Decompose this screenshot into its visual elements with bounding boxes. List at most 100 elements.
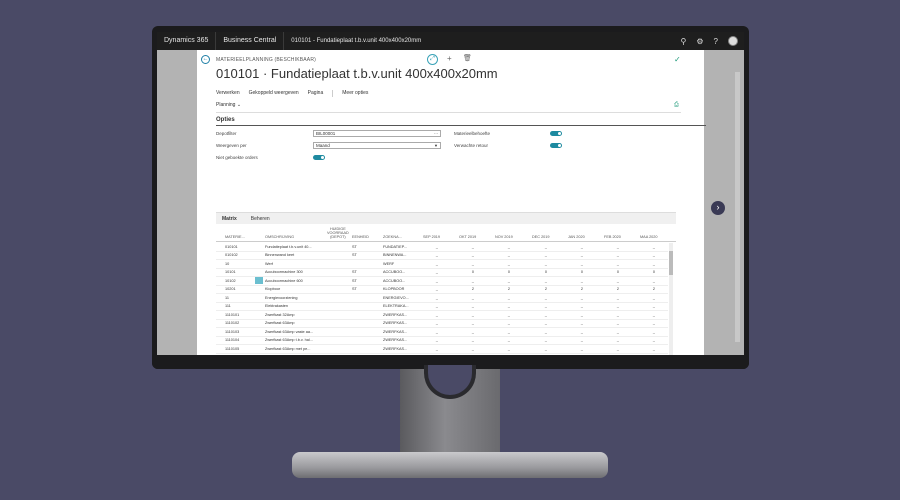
table-row[interactable]: 10201 Klopboor ST KLOPBOOR _ 2 2 2 2 2 2: [216, 286, 668, 294]
cell-month-value[interactable]: _: [502, 279, 510, 283]
cell-omschrijving[interactable]: Zwerfkast 63Amp met pe...: [265, 347, 327, 351]
cell-month-value[interactable]: _: [647, 304, 655, 308]
cell-month-value[interactable]: _: [466, 262, 474, 266]
cell-month-value[interactable]: _: [647, 347, 655, 351]
table-row[interactable]: 10102 Accuboormachine 600 ST ACCUBOO... _ _ _ _…: [216, 277, 668, 286]
cell-month-value[interactable]: _: [539, 296, 547, 300]
cell-month-value[interactable]: _: [611, 245, 619, 249]
cell-month-value[interactable]: _: [647, 338, 655, 342]
cell-zoekna[interactable]: ZWERFKAS...: [383, 330, 421, 334]
ellipsis-icon[interactable]: ⋯: [434, 131, 438, 136]
action-meer-opties[interactable]: Meer opties: [342, 90, 368, 97]
table-row[interactable]: 010102 Binnenwand keet ST BINNENWA... _ _ _ _ _ _…: [216, 252, 668, 260]
cell-omschrijving[interactable]: Zwerfkast 63Amp vaste aa...: [265, 330, 327, 334]
cell-month-value[interactable]: _: [611, 330, 619, 334]
cell-month-value[interactable]: 0: [575, 270, 583, 274]
col-header-month[interactable]: NOV 2019: [495, 235, 513, 239]
table-row[interactable]: 1110106Zwerfkast 63Amp vaste aa...ZWERFK…: [216, 354, 668, 356]
cell-omschrijving[interactable]: Accuboormachine 300: [265, 270, 327, 274]
cell-month-value[interactable]: 2: [539, 287, 547, 291]
cell-month-value[interactable]: _: [430, 270, 438, 274]
cell-month-value[interactable]: _: [466, 304, 474, 308]
cell-eenheid[interactable]: ST: [352, 270, 357, 274]
table-row[interactable]: 11 Energievoorziening ENERGIEVO... _ _ _ _ _ _ _: [216, 294, 668, 303]
cell-omschrijving[interactable]: Binnenwand keet: [265, 253, 327, 257]
cell-month-value[interactable]: 2: [647, 287, 655, 291]
gear-icon[interactable]: ⚙: [696, 37, 703, 46]
cell-month-value[interactable]: _: [575, 253, 583, 257]
cell-month-value[interactable]: _: [575, 245, 583, 249]
cell-month-value[interactable]: _: [575, 338, 583, 342]
section-opties-title[interactable]: Opties: [216, 117, 235, 123]
cell-zoekna[interactable]: ACCUBOO...: [383, 279, 421, 283]
planning-menu[interactable]: Planning ⌄: [216, 102, 241, 108]
cell-zoekna[interactable]: ZWERFKAS...: [383, 347, 421, 351]
expand-icon[interactable]: ⤢: [427, 54, 438, 65]
cell-nr[interactable]: 111: [225, 304, 263, 308]
cell-month-value[interactable]: _: [611, 304, 619, 308]
cell-month-value[interactable]: _: [647, 279, 655, 283]
col-header-zoekna[interactable]: ZOEKNA...: [383, 235, 402, 239]
cell-omschrijving[interactable]: Klopboor: [265, 287, 327, 291]
table-row[interactable]: 1110104 Zwerfkast 63Amp t.b.v. hal... ZWER…: [216, 337, 668, 345]
cell-zoekna[interactable]: FUNDATIEP...: [383, 245, 421, 249]
col-header-eenheid[interactable]: EENHEID: [352, 235, 369, 239]
cell-month-value[interactable]: _: [575, 279, 583, 283]
col-header-month[interactable]: JAN 2020: [568, 235, 585, 239]
cell-month-value[interactable]: _: [466, 330, 474, 334]
cell-omschrijving[interactable]: Fundatieplaat t.b.v.unit 40...: [265, 245, 327, 249]
cell-month-value[interactable]: _: [502, 245, 510, 249]
cell-month-value[interactable]: _: [430, 321, 438, 325]
cell-month-value[interactable]: _: [539, 330, 547, 334]
cell-month-value[interactable]: _: [575, 321, 583, 325]
tab-matrix[interactable]: Matrix: [222, 216, 237, 222]
cell-month-value[interactable]: _: [502, 338, 510, 342]
plus-icon[interactable]: +: [447, 54, 452, 63]
cell-month-value[interactable]: _: [647, 262, 655, 266]
cell-month-value[interactable]: _: [466, 321, 474, 325]
cell-nr[interactable]: 1110103: [225, 330, 263, 334]
action-pagina[interactable]: Pagina: [308, 90, 324, 97]
cell-month-value[interactable]: 0: [539, 270, 547, 274]
verwachte-retour-toggle[interactable]: [550, 143, 562, 148]
cell-month-value[interactable]: _: [502, 304, 510, 308]
cell-month-value[interactable]: _: [539, 313, 547, 317]
cell-month-value[interactable]: _: [575, 330, 583, 334]
table-row[interactable]: 1110101 Zwerfkast 32Amp ZWERFKAS... _ _ _ _ _ _ _: [216, 311, 668, 320]
cell-omschrijving[interactable]: Elektrakasten: [265, 304, 327, 308]
action-verwerken[interactable]: Verwerken: [216, 90, 240, 97]
cell-nr[interactable]: 10: [225, 262, 263, 266]
cell-omschrijving[interactable]: Zwerfkast 63Amp t.b.v. hal...: [265, 338, 327, 342]
cell-month-value[interactable]: _: [539, 304, 547, 308]
lightbulb-icon[interactable]: ⚲: [681, 37, 687, 46]
cell-month-value[interactable]: _: [502, 347, 510, 351]
cell-month-value[interactable]: _: [647, 296, 655, 300]
cell-month-value[interactable]: _: [466, 296, 474, 300]
cell-nr[interactable]: 1110104: [225, 338, 263, 342]
cell-month-value[interactable]: _: [430, 296, 438, 300]
cell-month-value[interactable]: 0: [502, 270, 510, 274]
cell-omschrijving[interactable]: Energievoorziening: [265, 296, 327, 300]
cell-month-value[interactable]: _: [430, 304, 438, 308]
cell-omschrijving[interactable]: Accuboormachine 600: [265, 279, 327, 283]
cell-month-value[interactable]: 2: [466, 287, 474, 291]
cell-nr[interactable]: 1110105: [225, 347, 263, 351]
cell-eenheid[interactable]: ST: [352, 245, 357, 249]
pin-icon[interactable]: ⎙: [674, 102, 679, 109]
app-name[interactable]: Dynamics 365: [157, 32, 217, 50]
cell-month-value[interactable]: _: [539, 245, 547, 249]
cell-nr[interactable]: 11: [225, 296, 263, 300]
cell-month-value[interactable]: _: [430, 313, 438, 317]
cell-zoekna[interactable]: ZWERFKAS...: [383, 321, 421, 325]
module-name[interactable]: Business Central: [216, 32, 285, 50]
cell-month-value[interactable]: _: [430, 330, 438, 334]
cell-nr[interactable]: 10201: [225, 287, 263, 291]
cell-nr[interactable]: 010101: [225, 245, 263, 249]
table-row[interactable]: 111 Elektrakasten ELEKTRAKA... _ _ _ _ _ _ _: [216, 303, 668, 311]
cell-month-value[interactable]: _: [647, 330, 655, 334]
col-header-omschrijving[interactable]: OMSCHRIJVING: [265, 235, 294, 239]
cell-month-value[interactable]: 2: [611, 287, 619, 291]
cell-month-value[interactable]: _: [611, 321, 619, 325]
cell-nr[interactable]: 010102: [225, 253, 263, 257]
cell-month-value[interactable]: _: [611, 338, 619, 342]
